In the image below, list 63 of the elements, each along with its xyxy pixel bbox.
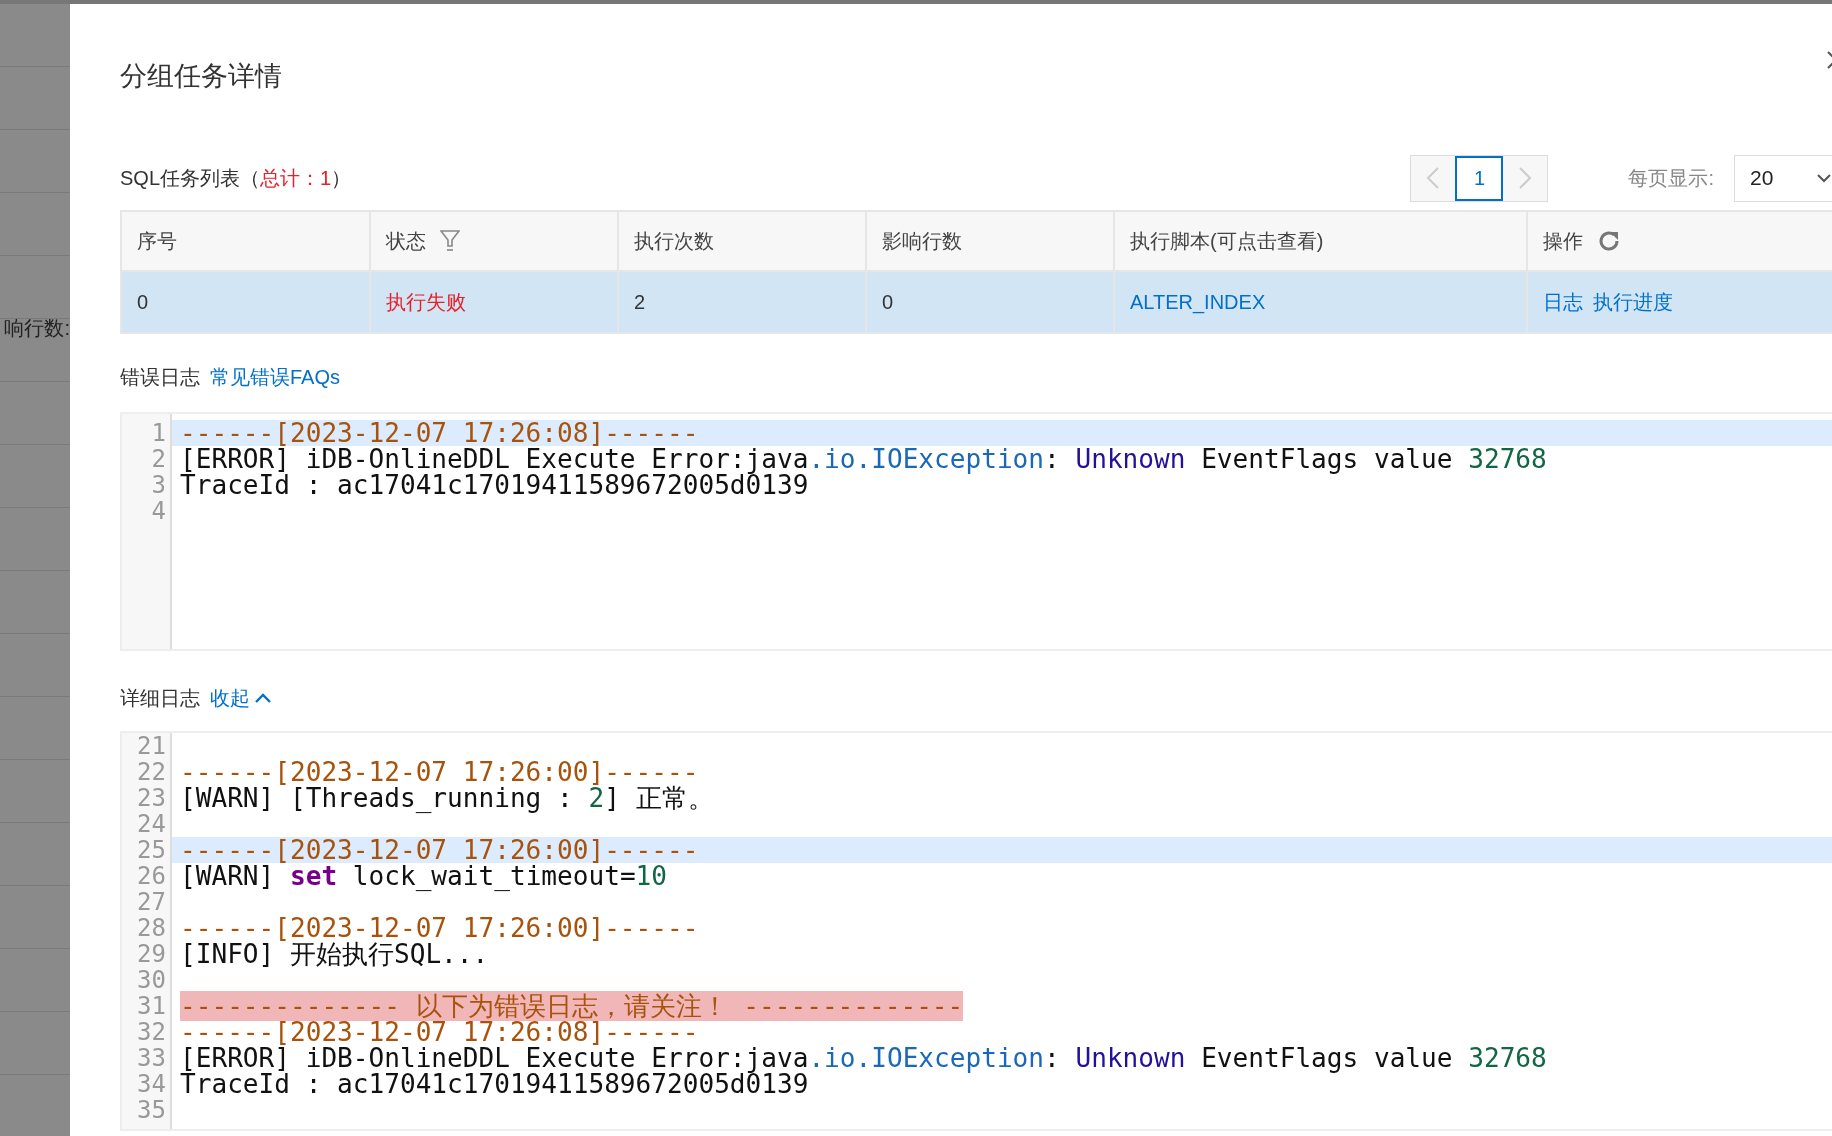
page-size-label: 每页显示: — [1628, 165, 1714, 191]
script-link[interactable]: ALTER_INDEX — [1130, 290, 1266, 314]
number-text: 32768 — [1468, 1043, 1547, 1073]
task-list-heading: SQL任务列表（总计：1） — [120, 165, 352, 191]
column-title: 序号 — [137, 228, 177, 254]
log-editor[interactable]: 1 2 3 4 ------[2023-12-07 17:26:08]------ [ERROR] iDB-OnlineDDL Execute Error:java.io.IOException: Unknown EventFlags value 32768 TraceId : ac17041c17019411589672005d0139 — [120, 412, 1832, 651]
line-number: 32 — [136, 1019, 167, 1045]
chevron-up-icon — [254, 692, 272, 704]
line-number: 4 — [150, 498, 167, 524]
action-link[interactable]: 日志 — [1543, 288, 1583, 316]
collapse-link[interactable]: 收起 — [210, 684, 272, 712]
chevron-right-icon — [1518, 166, 1533, 190]
line-number: 25 — [136, 837, 167, 863]
code-text: ] 正常。 — [604, 783, 714, 813]
code-text: : — [1044, 444, 1061, 474]
line-number: 3 — [150, 472, 167, 498]
code-text: EventFlags value — [1200, 444, 1454, 474]
cell-text: 2 — [634, 290, 646, 313]
variable-text: Unknown — [1075, 1043, 1186, 1073]
code-text: EventFlags value — [1200, 1043, 1454, 1073]
column-title: 影响行数 — [882, 228, 962, 254]
cell-text: 0 — [137, 290, 149, 313]
line-number: 26 — [136, 863, 167, 889]
section-label: 详细日志 — [120, 685, 200, 711]
field-label: 响行数: — [4, 316, 70, 341]
status-text: 执行失败 — [386, 290, 466, 313]
caret-icon — [1817, 173, 1832, 183]
class-name-text: .io.IOException — [808, 1043, 1045, 1073]
line-number: 22 — [136, 759, 167, 785]
faq-link[interactable]: 常见错误FAQs — [210, 363, 340, 391]
line-number: 23 — [136, 785, 167, 811]
line-number: 31 — [136, 993, 167, 1019]
column-title: 状态 — [386, 228, 426, 254]
page-size-select[interactable]: 20 — [1734, 154, 1832, 202]
variable-text: Unknown — [1075, 444, 1186, 474]
section-label: 错误日志 — [120, 364, 200, 390]
column-title: 执行脚本(可点击查看) — [1130, 228, 1324, 254]
log-editor[interactable] — [120, 731, 1832, 1131]
code-text: : — [1044, 1043, 1061, 1073]
chevron-left-icon — [1426, 166, 1441, 190]
class-name-text: .io.IOException — [808, 444, 1045, 474]
dialog-title: 分组任务详情 — [120, 60, 282, 93]
page-button[interactable]: 1 — [1455, 155, 1504, 201]
column-title: 操作 — [1543, 228, 1583, 254]
line-number: 2 — [150, 446, 167, 472]
line-number: 34 — [136, 1071, 167, 1097]
error-banner-text: -------------- 以下为错误日志，请关注！ -------------- — [180, 991, 964, 1021]
line-number: 21 — [136, 733, 167, 759]
cell-text: 0 — [882, 290, 894, 313]
line-number: 30 — [136, 967, 167, 993]
column-title: 执行次数 — [634, 228, 714, 254]
number-text: 32768 — [1468, 444, 1547, 474]
line-number: 27 — [136, 889, 167, 915]
action-link[interactable]: 执行进度 — [1593, 288, 1673, 316]
line-number: 35 — [136, 1097, 167, 1123]
line-number: 33 — [136, 1045, 167, 1071]
line-number: 29 — [136, 941, 167, 967]
refresh-icon[interactable] — [1597, 229, 1621, 253]
timestamp-text: ------[2023-12-07 17:26:08]------ — [180, 418, 699, 448]
line-number: 1 — [150, 420, 167, 446]
filter-icon[interactable] — [440, 230, 460, 252]
line-number: 28 — [136, 915, 167, 941]
line-number: 24 — [136, 811, 167, 837]
